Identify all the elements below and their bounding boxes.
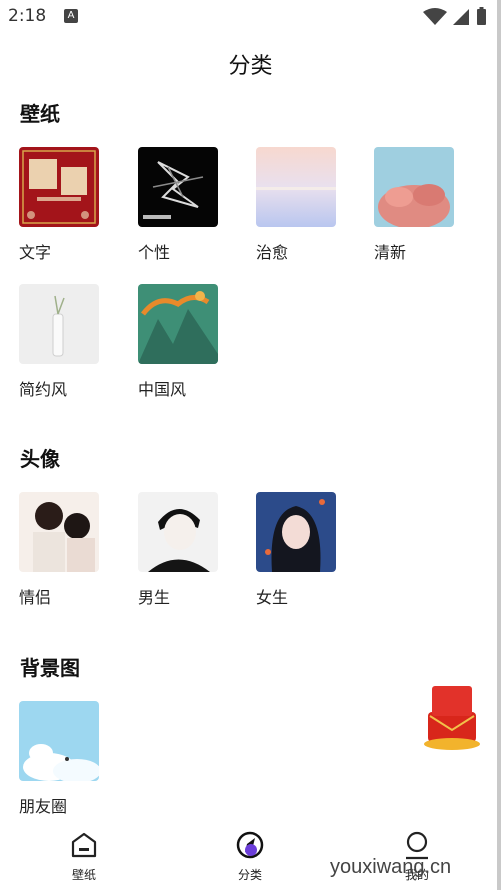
status-bar: 2:18 A	[0, 0, 501, 34]
category-label: 女生	[256, 588, 289, 607]
category-thumb-moments	[19, 701, 99, 781]
tab-label-wallpaper: 壁纸	[71, 868, 96, 882]
compass-icon	[236, 831, 264, 859]
category-tile-personality[interactable]: 个性	[138, 147, 238, 263]
category-label: 男生	[138, 588, 171, 607]
category-thumb-healing	[256, 147, 336, 227]
category-tile-minimal[interactable]: 简约风	[19, 284, 119, 400]
category-tile-moments[interactable]: 朋友圈	[19, 701, 119, 817]
category-tile-couple[interactable]: 情侣	[19, 492, 119, 608]
section-title-background: 背景图	[20, 656, 80, 680]
section-title-avatar: 头像	[20, 447, 60, 471]
category-tile-healing[interactable]: 治愈	[256, 147, 356, 263]
category-thumb-personality	[138, 147, 218, 227]
category-thumb-minimal	[19, 284, 99, 364]
page-title: 分类	[228, 54, 273, 79]
site-watermark: youxiwang.cn	[330, 856, 452, 878]
category-tile-chinese-style[interactable]: 中国风	[138, 284, 238, 400]
category-label: 文字	[19, 243, 52, 262]
bottom-tab-bar: 壁纸 分类 我的	[0, 820, 501, 890]
status-time: 2:18	[8, 6, 47, 26]
red-packet-promo-icon[interactable]	[422, 682, 482, 752]
category-label: 清新	[374, 243, 407, 262]
edge-divider	[497, 0, 501, 890]
category-label: 朋友圈	[19, 797, 68, 816]
signal-battery-icons	[423, 7, 486, 25]
category-thumb-fresh	[374, 147, 454, 227]
tab-category[interactable]: 分类	[200, 830, 300, 883]
category-thumb-boy	[138, 492, 218, 572]
battery-icon	[477, 9, 486, 25]
section-title-wallpaper: 壁纸	[20, 102, 60, 126]
category-label: 个性	[138, 243, 171, 262]
category-label: 治愈	[256, 243, 289, 262]
home-icon	[71, 832, 97, 858]
category-tile-boy[interactable]: 男生	[138, 492, 238, 608]
category-tile-girl[interactable]: 女生	[256, 492, 356, 608]
tab-label-category: 分类	[237, 868, 262, 882]
category-label: 简约风	[19, 380, 68, 399]
cellular-icon	[453, 9, 469, 25]
category-thumb-chinese-style	[138, 284, 218, 364]
category-thumb-text	[19, 147, 99, 227]
category-label: 情侣	[19, 588, 52, 607]
category-thumb-girl	[256, 492, 336, 572]
category-tile-fresh[interactable]: 清新	[374, 147, 474, 263]
category-label: 中国风	[138, 380, 187, 399]
notification-icon: A	[64, 9, 78, 23]
category-thumb-couple	[19, 492, 99, 572]
wifi-icon	[423, 8, 447, 25]
tab-wallpaper[interactable]: 壁纸	[34, 830, 134, 883]
category-tile-text[interactable]: 文字	[19, 147, 119, 263]
